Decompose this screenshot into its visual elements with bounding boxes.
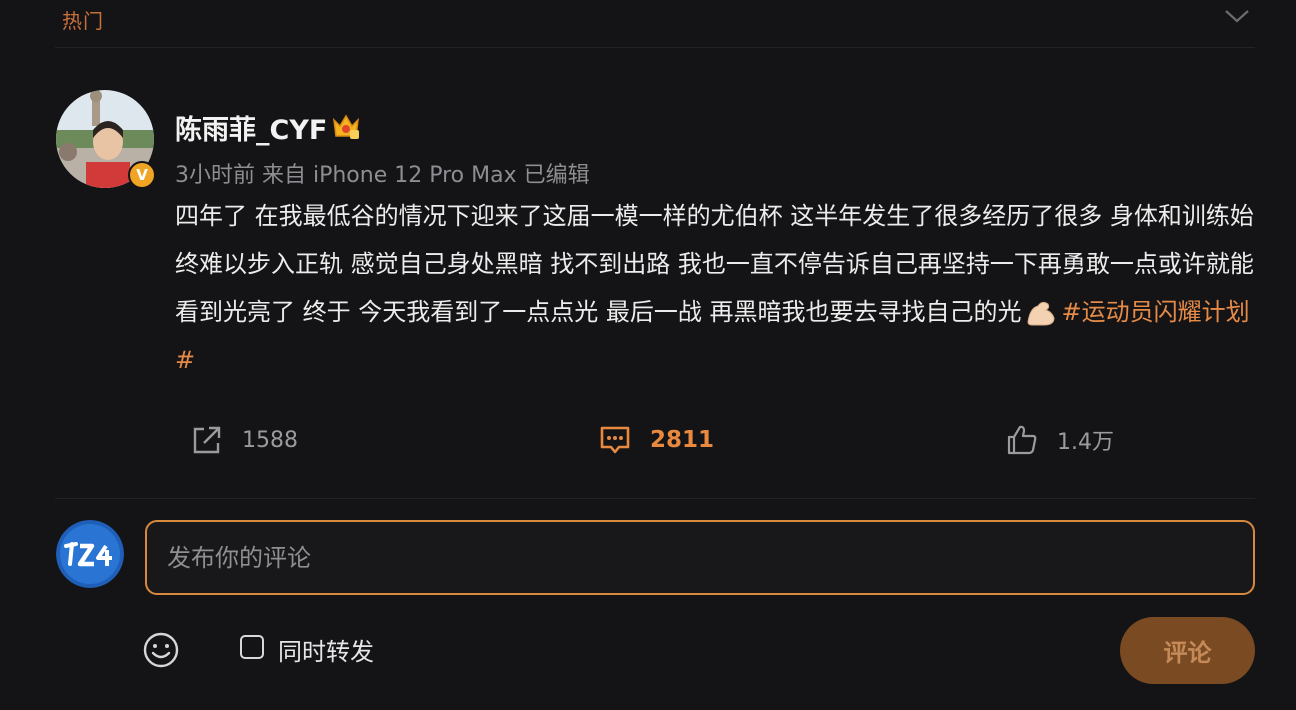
repost-checkbox[interactable]: [240, 635, 264, 659]
emoji-icon[interactable]: [141, 630, 181, 670]
comment-button[interactable]: 2811: [598, 420, 714, 460]
submit-comment-button[interactable]: 评论: [1120, 617, 1255, 684]
comment-count: 2811: [650, 427, 715, 453]
like-count: 1.4万: [1057, 430, 1114, 455]
like-button[interactable]: 1.4万: [1005, 420, 1114, 460]
repost-button[interactable]: 1588: [190, 420, 298, 460]
divider: [55, 47, 1255, 48]
post-body: 四年了 在我最低谷的情况下迎来了这届一模一样的尤伯杯 这半年发生了很多经历了很多…: [175, 192, 1255, 384]
flexed-biceps-emoji: [1027, 301, 1055, 326]
my-avatar[interactable]: [56, 520, 124, 588]
chevron-down-icon[interactable]: [1224, 6, 1250, 26]
post-meta: 3小时前 来自 iPhone 12 Pro Max 已编辑: [175, 163, 590, 188]
repost-icon: [193, 426, 221, 454]
crown-badge-icon[interactable]: [330, 110, 362, 142]
comment-icon: [600, 426, 630, 454]
like-icon: [1007, 425, 1037, 455]
top-bar: 热门: [0, 0, 1296, 46]
repost-count: 1588: [242, 427, 298, 453]
verified-badge: V: [128, 161, 156, 189]
weibo-post-page: 热门 V 陈雨菲_CYF 3小时前 来自 iPhone 12 Pro Max 已…: [0, 0, 1296, 710]
tab-hot[interactable]: 热门: [62, 5, 104, 34]
repost-checkbox-label[interactable]: 同时转发: [278, 632, 374, 667]
divider: [55, 498, 1255, 499]
comment-input[interactable]: [145, 520, 1255, 595]
author-name[interactable]: 陈雨菲_CYF: [175, 108, 327, 147]
